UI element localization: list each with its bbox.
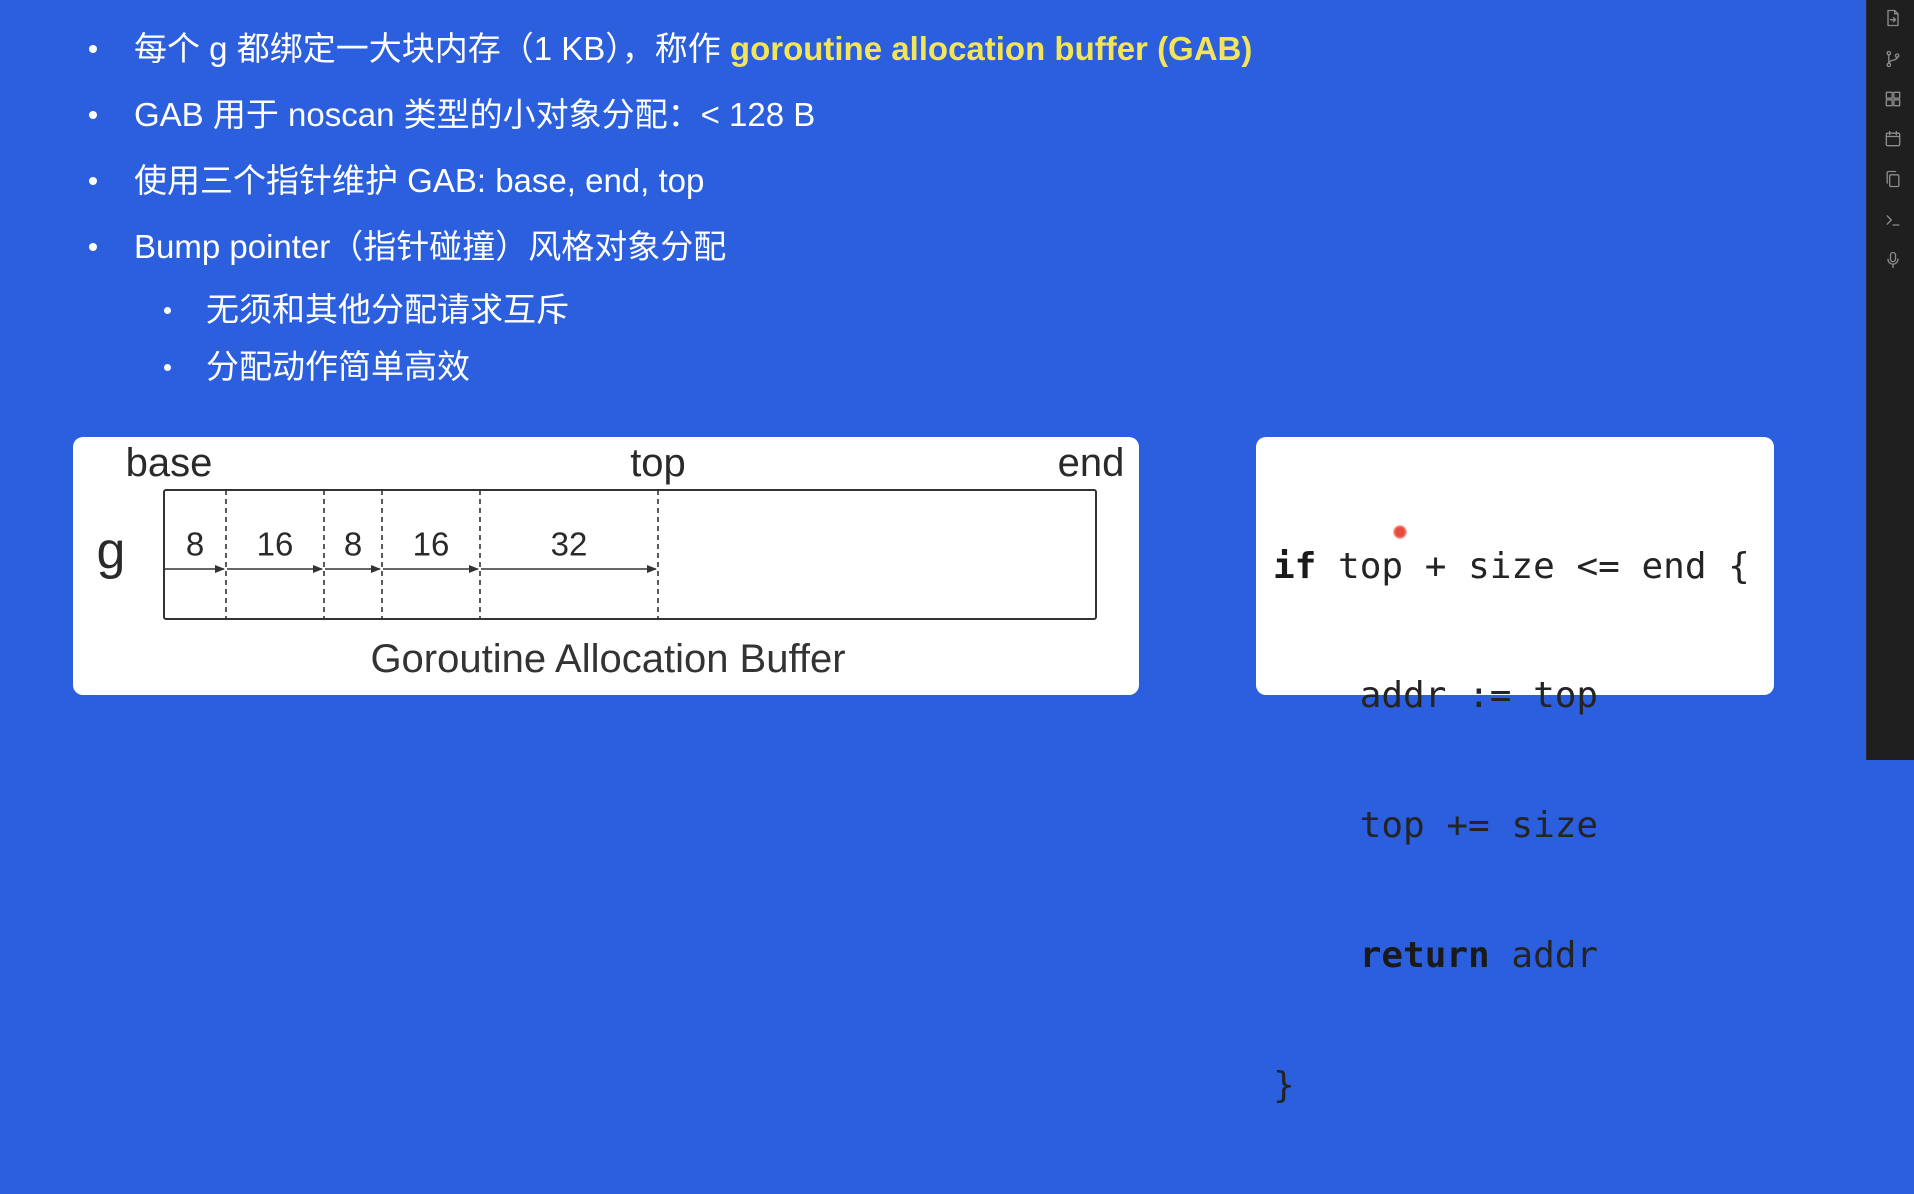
buffer-outline — [163, 489, 1097, 620]
bullet-dot — [89, 45, 97, 53]
slide-canvas: 每个 g 都绑定一大块内存（1 KB），称作 goroutine allocat… — [0, 0, 1866, 1106]
apps-grid-icon[interactable] — [1883, 89, 1903, 109]
segment-size-label: 32 — [551, 526, 588, 563]
presentation-window: { "slide": { "bullets": [ { "text": "每个 … — [0, 0, 1914, 1106]
bullet-dot — [89, 111, 97, 119]
bullet-bump-pointer: Bump pointer（指针碰撞）风格对象分配 — [0, 227, 726, 267]
code-block: if top + size <= end { addr := top top +… — [1273, 458, 1750, 1194]
bullet-text: Bump pointer（指针碰撞）风格对象分配 — [134, 228, 727, 265]
laser-pointer-dot — [1393, 525, 1407, 539]
segment-size-label: 16 — [257, 526, 294, 563]
end-pointer-label: end — [1058, 441, 1125, 485]
bullet-plain-text: 每个 g 都绑定一大块内存（1 KB），称作 — [134, 30, 730, 67]
bullet-highlight-text: goroutine allocation buffer (GAB) — [729, 30, 1253, 67]
code-text: addr — [1489, 935, 1599, 977]
code-text: top + size <= end { — [1316, 545, 1750, 587]
base-pointer-label: base — [126, 441, 213, 485]
sub-bullet-text: 分配动作简单高效 — [206, 348, 470, 385]
code-text: top += size — [1359, 805, 1599, 847]
sub-bullet-no-mutex: 无须和其他分配请求互斥 — [0, 290, 569, 330]
top-pointer-label: top — [630, 441, 686, 485]
code-text: } — [1273, 1065, 1295, 1107]
code-text: addr := top — [1359, 675, 1599, 717]
right-toolbar — [1866, 0, 1914, 760]
copy-icon[interactable] — [1883, 169, 1903, 189]
sub-bullet-text: 无须和其他分配请求互斥 — [206, 291, 569, 328]
code-line: } — [1273, 1064, 1750, 1107]
code-line: top += size — [1273, 804, 1750, 847]
code-keyword: if — [1273, 545, 1317, 587]
sub-bullet-dot — [164, 307, 171, 314]
segment-size-label: 16 — [413, 526, 450, 563]
segment-size-label: 8 — [186, 526, 204, 563]
code-line: return addr — [1273, 934, 1750, 977]
gab-diagram-card: base top end g 8 16 8 16 32 Goroutine Al… — [73, 437, 1139, 695]
file-export-icon[interactable] — [1883, 8, 1903, 28]
bullet-text: 每个 g 都绑定一大块内存（1 KB），称作 goroutine allocat… — [134, 29, 1252, 69]
code-line: if top + size <= end { — [1273, 545, 1750, 588]
terminal-icon[interactable] — [1883, 210, 1903, 230]
diagram-caption: Goroutine Allocation Buffer — [370, 637, 845, 681]
source-control-icon[interactable] — [1883, 49, 1903, 69]
microphone-icon[interactable] — [1883, 250, 1903, 270]
sub-bullet-simple-efficient: 分配动作简单高效 — [0, 347, 470, 387]
calendar-icon[interactable] — [1883, 129, 1903, 149]
bullet-text: GAB 用于 noscan 类型的小对象分配：< 128 B — [134, 96, 816, 133]
bullet-gab-pointers: 使用三个指针维护 GAB: base, end, top — [0, 161, 704, 201]
code-keyword: return — [1359, 935, 1490, 977]
bullet-dot — [89, 243, 97, 251]
bullet-text: 使用三个指针维护 GAB: base, end, top — [134, 162, 705, 199]
sub-bullet-dot — [164, 364, 171, 371]
goroutine-label: g — [97, 522, 126, 580]
gab-diagram: base top end g 8 16 8 16 32 Goroutine Al… — [97, 441, 1125, 681]
bullet-gab-definition: 每个 g 都绑定一大块内存（1 KB），称作 goroutine allocat… — [0, 29, 1252, 69]
segment-size-label: 8 — [344, 526, 362, 563]
code-snippet-card: if top + size <= end { addr := top top +… — [1256, 437, 1774, 1106]
bullet-gab-usage: GAB 用于 noscan 类型的小对象分配：< 128 B — [0, 95, 815, 135]
bullet-dot — [89, 177, 97, 185]
code-line: addr := top — [1273, 674, 1750, 717]
